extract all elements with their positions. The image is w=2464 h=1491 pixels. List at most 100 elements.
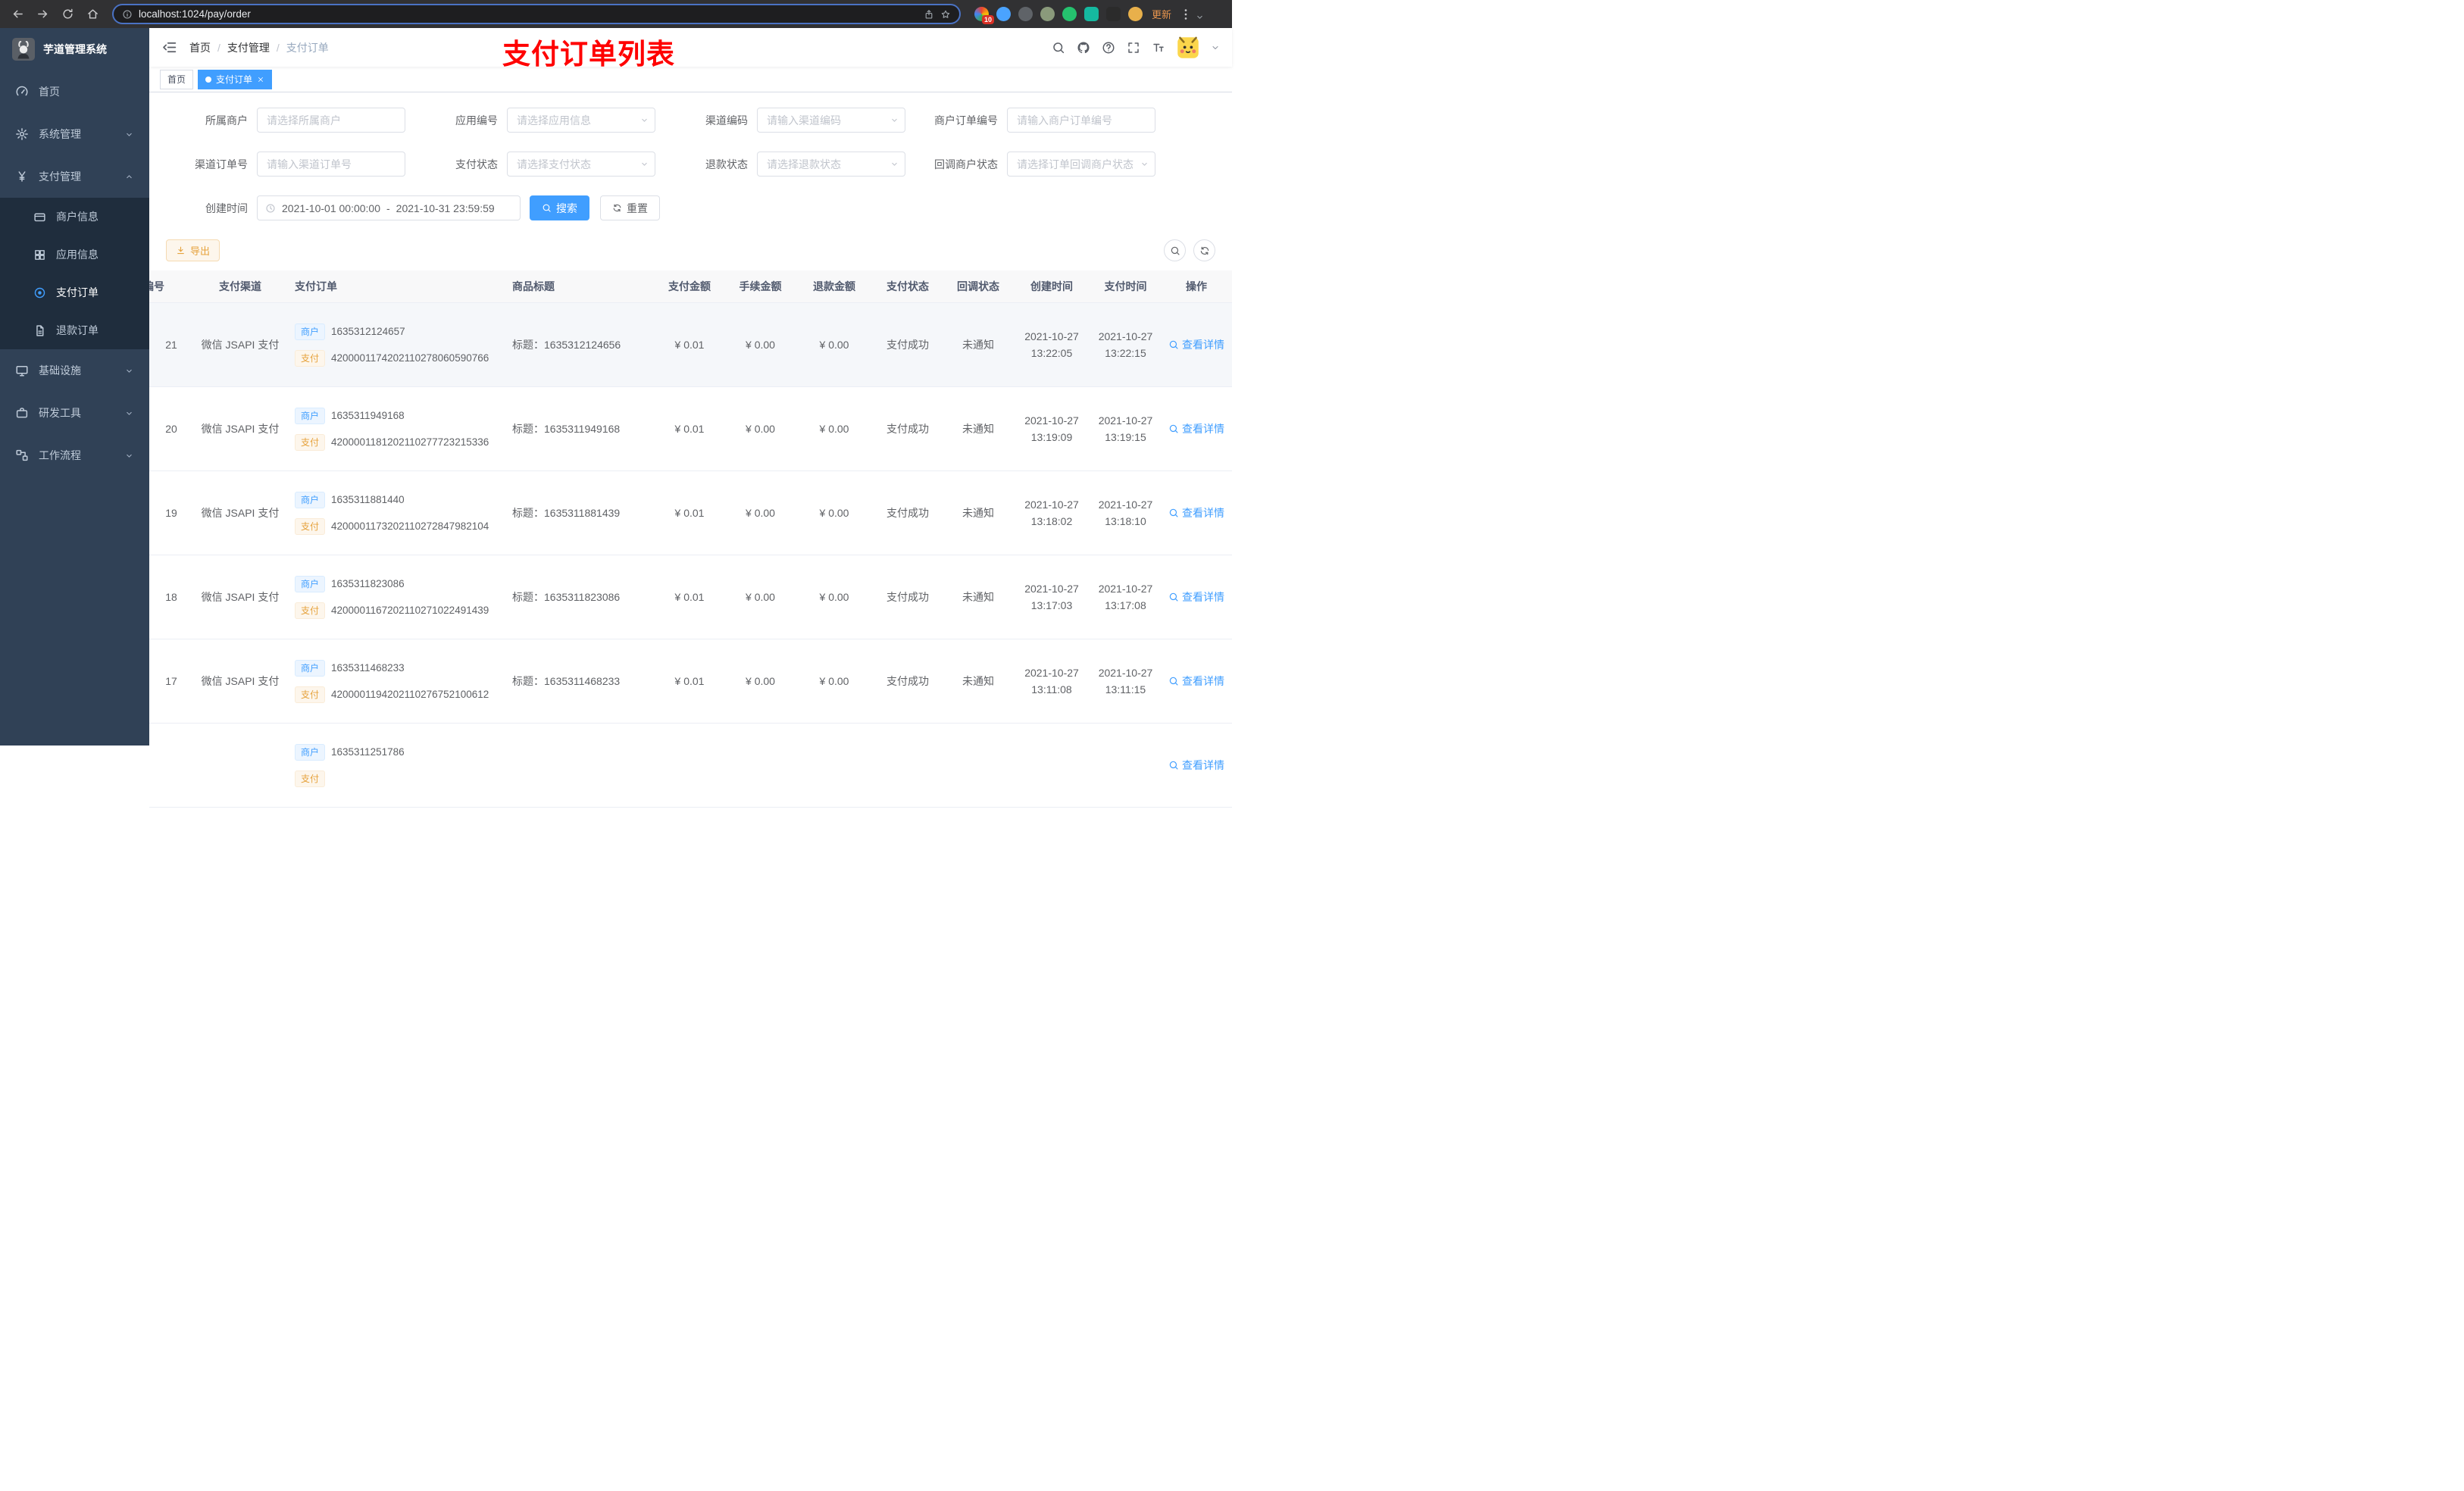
sidebar-item-workflow[interactable]: 工作流程 [0,434,149,477]
col-header-fee: 手续金额 [739,280,782,292]
view-detail-link[interactable]: 查看详情 [1168,589,1224,605]
view-detail-link[interactable]: 查看详情 [1168,674,1224,689]
sidebar-item-app-info[interactable]: 应用信息 [0,236,149,274]
merchant-filter [257,108,405,133]
filter-row-1: 所属商户 应用编号 渠道编码 商户订单编号 [158,108,1232,133]
extension-icon[interactable] [1018,7,1033,21]
refresh-table-button[interactable] [1193,239,1215,261]
merchant-order-no: 1635311823086 [331,578,405,589]
filter-label: 应用编号 [455,114,498,127]
app-logo[interactable]: 芋道管理系统 [0,28,149,70]
sidebar-item-merchant-info[interactable]: 商户信息 [0,198,149,236]
bookmark-star-icon[interactable] [940,9,951,20]
extension-icon[interactable] [996,7,1011,21]
breadcrumb-pay-mgmt[interactable]: 支付管理 [227,40,270,55]
channel-code-filter-select[interactable] [757,108,905,133]
sidebar-item-infrastructure[interactable]: 基础设施 [0,349,149,392]
extension-icon[interactable] [1106,7,1121,21]
cell-status: 支付成功 [886,423,929,435]
search-icon [543,204,551,212]
cell-refund: ¥ 0.00 [819,591,849,603]
cell-pay-order: 商户 1635311949168 支付 42000011812021102777… [287,407,503,451]
extension-icon[interactable] [1040,7,1055,21]
browser-chevron-down-icon[interactable] [1195,12,1205,22]
search-icon[interactable] [1052,41,1065,55]
pay-status-select[interactable] [507,152,655,177]
sidebar-item-payment[interactable]: 支付管理 [0,155,149,198]
help-icon[interactable] [1102,41,1115,55]
search-button[interactable]: 搜索 [530,195,589,220]
cell-status: 支付成功 [886,591,929,603]
breadcrumb-home[interactable]: 首页 [189,40,211,55]
sidebar-item-label: 退款订单 [56,324,98,336]
browser-chrome: localhost:1024/pay/order 10 更新 [0,0,1232,28]
sidebar-fold-icon[interactable] [161,39,177,55]
table-row: 商户 1635311251786 支付 查看详情 [149,724,1232,808]
cell-notify: 未通知 [962,507,994,519]
tab-pay-order[interactable]: 支付订单 [198,69,273,89]
app-no-filter-select[interactable] [507,108,655,133]
tab-label: 支付订单 [216,74,253,85]
browser-reload-button[interactable] [58,4,78,24]
cell-actions: 查看详情 [1161,674,1232,689]
fullscreen-icon[interactable] [1127,41,1140,55]
create-time-range-picker[interactable]: 2021-10-01 00:00:00 - 2021-10-31 23:59:5… [257,195,521,220]
share-icon[interactable] [924,9,934,20]
merchant-order-no: 1635311468233 [331,662,405,674]
pay-tag: 支付 [295,517,326,535]
col-header-actions: 操作 [1186,280,1207,292]
browser-update-button[interactable]: 更新 [1152,7,1171,21]
channel-order-no-filter [257,152,405,177]
browser-back-button[interactable] [8,4,28,24]
extension-icon[interactable] [1128,7,1143,21]
cell-refund: ¥ 0.00 [819,423,849,435]
browser-menu-icon[interactable] [1178,7,1193,22]
col-header-channel: 支付渠道 [219,280,261,292]
tab-home[interactable]: 首页 [160,69,194,89]
github-icon[interactable] [1077,41,1090,55]
view-detail-link[interactable]: 查看详情 [1168,421,1224,436]
cell-actions: 查看详情 [1161,589,1232,605]
merchant-order-no: 1635312124657 [331,326,405,337]
cell-pay-order: 商户 1635311251786 支付 [287,743,503,787]
font-size-icon[interactable] [1152,41,1165,55]
site-info-icon[interactable] [122,9,133,20]
channel-order-no-input[interactable] [257,152,405,177]
chevron-up-icon [127,174,132,178]
export-button[interactable]: 导出 [166,239,220,261]
view-detail-link[interactable]: 查看详情 [1168,505,1224,520]
notify-status-select[interactable] [1007,152,1155,177]
toggle-search-button[interactable] [1164,239,1186,261]
user-avatar[interactable] [1177,36,1199,59]
filter-label: 退款状态 [705,158,748,170]
avatar-caret-down-icon[interactable] [1211,43,1220,52]
cell-title: 标题：1635311468233 [512,675,621,687]
view-detail-link[interactable]: 查看详情 [1168,758,1224,773]
sidebar-item-home[interactable]: 首页 [0,70,149,113]
extension-icon[interactable] [1062,7,1077,21]
refund-status-select[interactable] [757,152,905,177]
col-header-status: 支付状态 [886,280,929,292]
close-icon[interactable] [257,76,264,83]
browser-forward-button[interactable] [33,4,53,24]
cell-create-time: 2021-10-27 13:17:03 [1024,583,1079,611]
merchant-filter-input[interactable] [257,108,405,133]
sidebar-item-pay-order[interactable]: 支付订单 [0,274,149,311]
cell-channel: 微信 JSAPI 支付 [201,591,280,603]
pay-tag: 支付 [295,433,326,451]
sidebar-item-system[interactable]: 系统管理 [0,113,149,155]
address-bar[interactable]: localhost:1024/pay/order [112,4,961,24]
url-text[interactable]: localhost:1024/pay/order [139,8,918,20]
merchant-order-no-input[interactable] [1007,108,1155,133]
view-detail-link[interactable]: 查看详情 [1168,337,1224,352]
pay-tag: 支付 [295,686,326,703]
extension-icon[interactable]: 10 [974,7,994,24]
cell-create-time: 2021-10-27 13:22:05 [1024,330,1079,359]
sidebar-item-refund-order[interactable]: 退款订单 [0,311,149,349]
extension-icon[interactable] [1084,7,1099,21]
browser-home-button[interactable] [83,4,103,24]
sidebar-item-dev-tools[interactable]: 研发工具 [0,392,149,434]
table-header: 编号 支付渠道 支付订单 商品标题 支付金额 手续金额 退款金额 支付状态 回调… [149,270,1232,303]
cell-notify: 未通知 [962,675,994,687]
reset-button[interactable]: 重置 [600,195,660,220]
